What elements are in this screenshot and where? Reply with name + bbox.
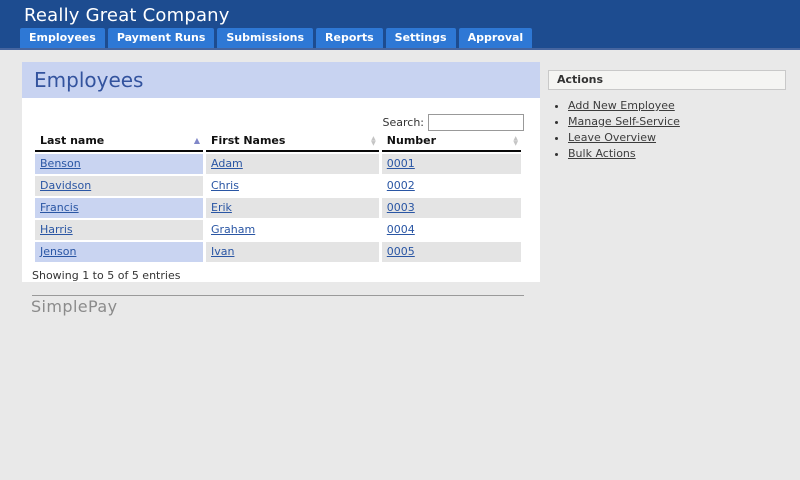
table-row: Harris Graham 0004 — [35, 220, 521, 240]
add-new-employee-link[interactable]: Add New Employee — [568, 99, 675, 112]
employee-first-names-link[interactable]: Adam — [211, 157, 243, 170]
employee-number-link[interactable]: 0003 — [387, 201, 415, 214]
nav-tab-employees[interactable]: Employees — [20, 28, 105, 48]
manage-self-service-link[interactable]: Manage Self-Service — [568, 115, 680, 128]
nav-tab-reports[interactable]: Reports — [316, 28, 383, 48]
employee-last-name-link[interactable]: Harris — [40, 223, 73, 236]
sort-ascending-icon: ▲ — [194, 137, 200, 145]
main-nav: Employees Payment Runs Submissions Repor… — [20, 28, 532, 48]
search-input[interactable] — [428, 114, 524, 131]
sort-both-icon: ▲▼ — [513, 136, 518, 146]
employee-last-name-link[interactable]: Jenson — [40, 245, 76, 258]
employee-first-names-link[interactable]: Ivan — [211, 245, 234, 258]
list-item: Add New Employee — [568, 99, 786, 112]
table-row: Benson Adam 0001 — [35, 154, 521, 174]
employee-first-names-link[interactable]: Chris — [211, 179, 239, 192]
page-title-banner: Employees — [22, 62, 540, 98]
search-label: Search: — [383, 116, 425, 129]
employees-panel-content: Search: Last name ▲ First Names ▲▼ — [32, 98, 524, 296]
nav-tab-submissions[interactable]: Submissions — [217, 28, 313, 48]
bulk-actions-link[interactable]: Bulk Actions — [568, 147, 636, 160]
search-row: Search: — [32, 98, 524, 130]
table-row: Jenson Ivan 0005 — [35, 242, 521, 262]
column-header-number[interactable]: Number ▲▼ — [382, 133, 521, 152]
employee-number-link[interactable]: 0004 — [387, 223, 415, 236]
simplepay-logo: SimplePay — [31, 297, 117, 316]
list-item: Bulk Actions — [568, 147, 786, 160]
employee-last-name-link[interactable]: Benson — [40, 157, 81, 170]
table-footer-divider — [32, 295, 524, 296]
column-header-label: First Names — [211, 134, 285, 147]
column-header-first-names[interactable]: First Names ▲▼ — [206, 133, 379, 152]
employee-last-name-link[interactable]: Davidson — [40, 179, 91, 192]
column-header-label: Number — [387, 134, 436, 147]
company-name-title: Really Great Company — [24, 5, 230, 26]
employee-first-names-link[interactable]: Erik — [211, 201, 232, 214]
leave-overview-link[interactable]: Leave Overview — [568, 131, 656, 144]
top-header-bar: Really Great Company Employees Payment R… — [0, 0, 800, 50]
employee-last-name-link[interactable]: Francis — [40, 201, 79, 214]
page-title: Employees — [22, 62, 540, 98]
nav-tab-approval[interactable]: Approval — [459, 28, 533, 48]
sort-both-icon: ▲▼ — [371, 136, 376, 146]
employee-number-link[interactable]: 0005 — [387, 245, 415, 258]
employee-number-link[interactable]: 0002 — [387, 179, 415, 192]
employees-panel: Employees Search: Last name ▲ First Name… — [22, 62, 540, 282]
table-row: Francis Erik 0003 — [35, 198, 521, 218]
table-entries-summary: Showing 1 to 5 of 5 entries — [32, 269, 524, 282]
employee-first-names-link[interactable]: Graham — [211, 223, 255, 236]
employee-number-link[interactable]: 0001 — [387, 157, 415, 170]
table-row: Davidson Chris 0002 — [35, 176, 521, 196]
employees-table: Last name ▲ First Names ▲▼ Number — [32, 131, 524, 264]
nav-tab-payment-runs[interactable]: Payment Runs — [108, 28, 215, 48]
column-header-last-name[interactable]: Last name ▲ — [35, 133, 203, 152]
actions-sidebar-title: Actions — [548, 70, 786, 90]
list-item: Manage Self-Service — [568, 115, 786, 128]
column-header-label: Last name — [40, 134, 104, 147]
nav-tab-settings[interactable]: Settings — [386, 28, 456, 48]
table-header-row: Last name ▲ First Names ▲▼ Number — [35, 133, 521, 152]
actions-sidebar: Actions Add New Employee Manage Self-Ser… — [548, 70, 786, 163]
actions-link-list: Add New Employee Manage Self-Service Lea… — [548, 99, 786, 160]
list-item: Leave Overview — [568, 131, 786, 144]
